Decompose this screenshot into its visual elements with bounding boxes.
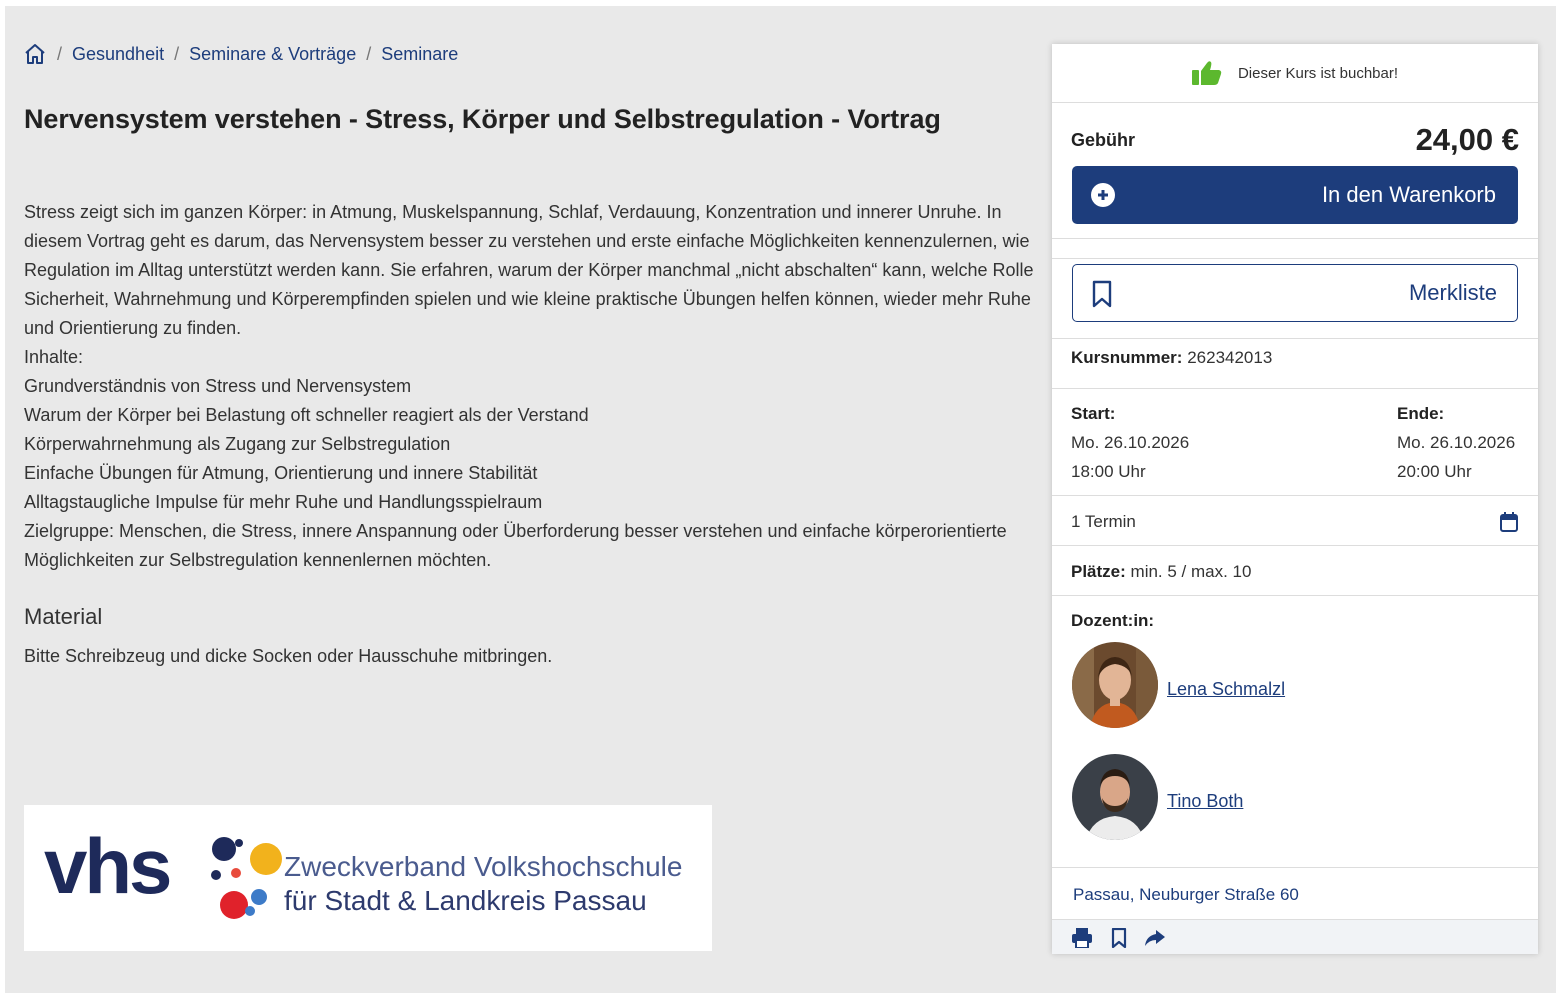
bookmark-icon[interactable]: [1108, 928, 1130, 948]
target-group: Zielgruppe: Menschen, die Stress, innere…: [24, 521, 1007, 570]
description-paragraph: Stress zeigt sich im ganzen Körper: in A…: [24, 202, 1034, 338]
lecturer-link-lena-schmalzl[interactable]: Lena Schmalzl: [1167, 679, 1285, 700]
places: Plätze: min. 5 / max. 10: [1071, 562, 1251, 582]
start-label: Start:: [1071, 404, 1116, 423]
course-number-value: 262342013: [1187, 348, 1273, 367]
places-value: min. 5 / max. 10: [1130, 562, 1252, 581]
logo-line2: für Stadt & Landkreis Passau: [284, 885, 647, 916]
share-icon[interactable]: [1144, 928, 1166, 948]
bookable-text: Dieser Kurs ist buchbar!: [1237, 64, 1399, 82]
contents-item: Körperwahrnehmung als Zugang zur Selbstr…: [24, 434, 451, 454]
avatar-tino-both[interactable]: [1072, 754, 1158, 840]
avatar-lena-schmalzl[interactable]: [1072, 642, 1158, 728]
course-description: Stress zeigt sich im ganzen Körper: in A…: [24, 198, 1034, 575]
end-time: 20:00 Uhr: [1397, 462, 1472, 481]
start-date: Mo. 26.10.2026: [1071, 433, 1190, 452]
start-time: 18:00 Uhr: [1071, 462, 1146, 481]
fee-price: 24,00 €: [1415, 122, 1519, 157]
thumbs-up-icon: [1191, 61, 1222, 85]
contents-item: Warum der Körper bei Belastung oft schne…: [24, 405, 589, 425]
bookmark-icon: [1092, 280, 1112, 308]
logo-line1: Zweckverband Volkshochschule: [284, 851, 683, 882]
appointments-count[interactable]: 1 Termin: [1071, 512, 1136, 532]
booking-card: Dieser Kurs ist buchbar! Gebühr 24,00 € …: [1052, 44, 1538, 954]
breadcrumb: / Gesundheit / Seminare & Vorträge / Sem…: [23, 42, 458, 66]
memo-list-label: Merkliste: [1408, 280, 1497, 305]
course-number: Kursnummer: 262342013: [1071, 348, 1272, 368]
page-title: Nervensystem verstehen - Stress, Körper …: [24, 104, 941, 134]
plus-circle-icon: [1091, 183, 1115, 207]
breadcrumb-seminare[interactable]: Seminare: [381, 44, 458, 65]
add-to-cart-button[interactable]: In den Warenkorb: [1072, 166, 1518, 224]
contents-item: Grundverständnis von Stress und Nervensy…: [24, 376, 412, 396]
lecturer-link-tino-both[interactable]: Tino Both: [1167, 791, 1243, 812]
contents-item: Alltagstaugliche Impulse für mehr Ruhe u…: [24, 492, 543, 512]
breadcrumb-separator: /: [366, 43, 372, 64]
course-number-label: Kursnummer:: [1071, 348, 1183, 367]
contents-item: Einfache Übungen für Atmung, Orientierun…: [24, 463, 538, 483]
breadcrumb-separator: /: [57, 43, 63, 64]
breadcrumb-seminare-vortraege[interactable]: Seminare & Vorträge: [189, 44, 356, 65]
fee-label: Gebühr: [1071, 130, 1136, 150]
bookable-status: Dieser Kurs ist buchbar!: [1052, 44, 1538, 103]
logo-dots-icon: [211, 837, 282, 919]
memo-list-button[interactable]: Merkliste: [1072, 264, 1518, 322]
page-background: / Gesundheit / Seminare & Vorträge / Sem…: [5, 6, 1556, 993]
material-heading: Material: [24, 604, 103, 629]
tool-bar: [1052, 920, 1538, 954]
end-label: Ende:: [1397, 404, 1445, 423]
location[interactable]: Passau, Neuburger Straße 60: [1073, 885, 1299, 905]
print-icon[interactable]: [1071, 928, 1093, 948]
lecturer-label: Dozent:in:: [1071, 611, 1155, 630]
breadcrumb-gesundheit[interactable]: Gesundheit: [72, 44, 164, 65]
calendar-icon[interactable]: [1500, 512, 1518, 532]
home-icon[interactable]: [23, 42, 47, 66]
vhs-logo: vhs Zweckverband Volkshochschule für Sta…: [24, 805, 712, 951]
breadcrumb-separator: /: [174, 43, 180, 64]
logo-wordmark: vhs: [44, 822, 172, 910]
material-text: Bitte Schreibzeug und dicke Socken oder …: [24, 646, 553, 666]
card-spacer: [1052, 239, 1538, 259]
add-to-cart-label: In den Warenkorb: [1321, 182, 1496, 207]
end-date: Mo. 26.10.2026: [1397, 433, 1516, 452]
places-label: Plätze:: [1071, 562, 1126, 581]
contents-heading: Inhalte:: [24, 347, 84, 367]
